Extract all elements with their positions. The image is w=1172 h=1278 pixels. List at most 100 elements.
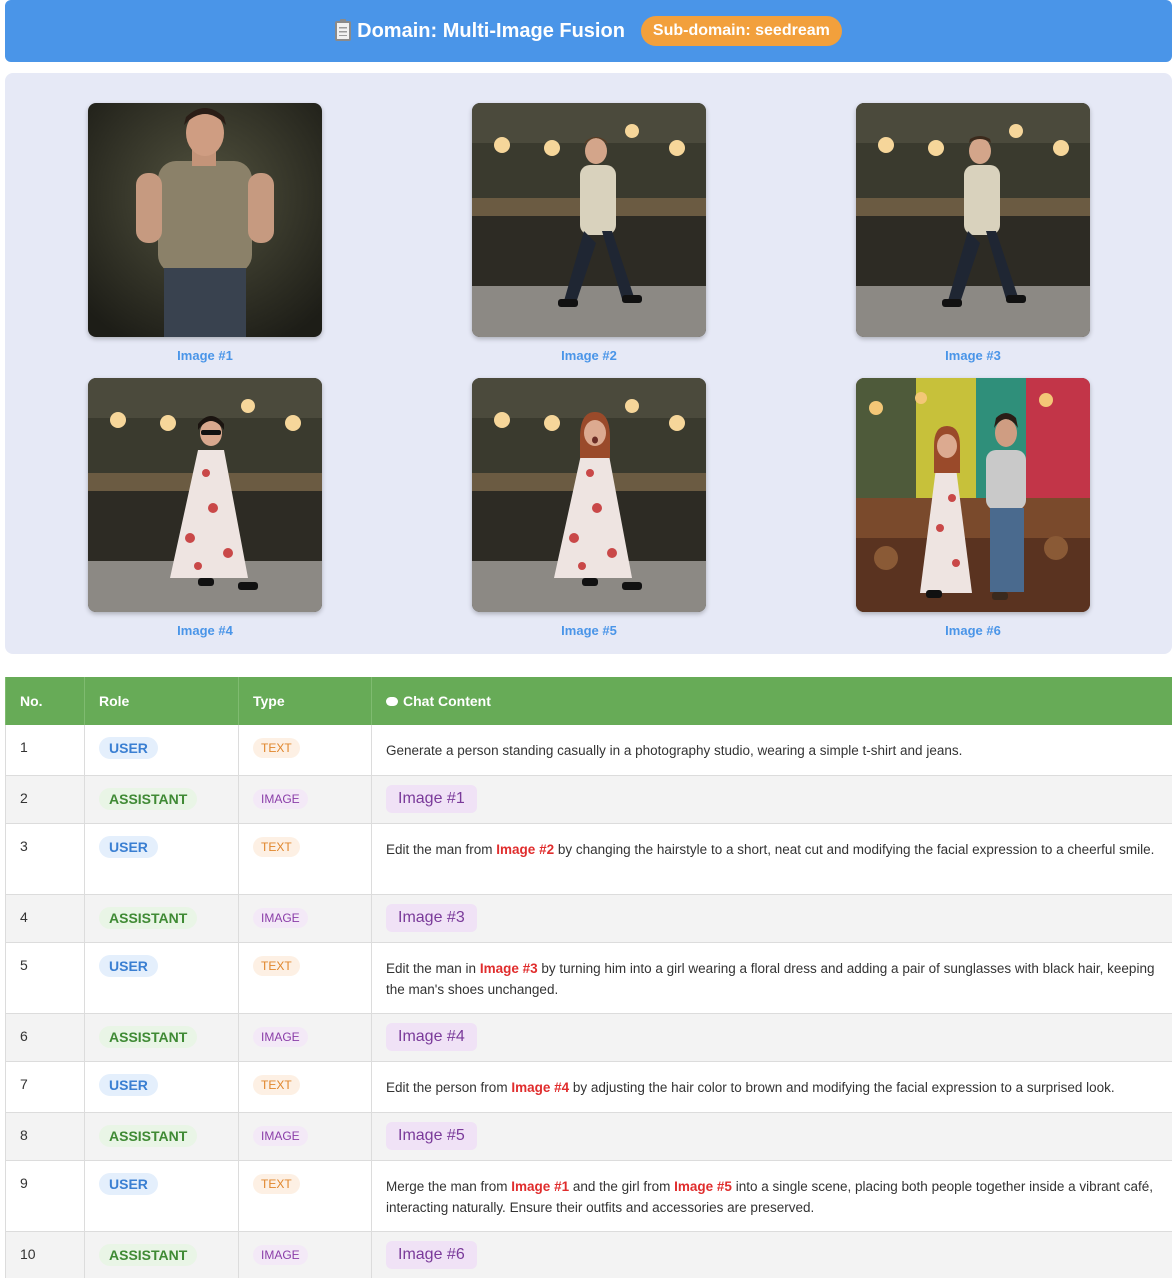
row-number: 9 [5, 1161, 85, 1231]
row-number: 8 [5, 1113, 85, 1160]
type-badge-text: TEXT [253, 837, 300, 857]
image-reference-pill[interactable]: Image #6 [386, 1241, 477, 1269]
role-cell: ASSISTANT [85, 1014, 239, 1061]
image-thumbnail-4[interactable] [88, 378, 322, 612]
image-reference-pill[interactable]: Image #4 [386, 1023, 477, 1051]
message-text: Edit the man from [386, 842, 497, 857]
table-row: 5 USER TEXT Edit the man in Image #3 by … [5, 943, 1172, 1014]
role-badge-user: USER [99, 737, 158, 759]
image-caption-1: Image #1 [177, 348, 233, 363]
role-badge-user: USER [99, 1173, 158, 1195]
type-badge-text: TEXT [253, 956, 300, 976]
role-badge-assistant: ASSISTANT [99, 907, 198, 929]
type-badge-image: IMAGE [253, 1245, 308, 1265]
column-header-content-label: Chat Content [403, 693, 491, 709]
gallery-tile-3[interactable]: Image #3 [856, 103, 1090, 363]
domain-title-text: Domain: Multi-Image Fusion [357, 19, 625, 42]
role-badge-assistant: ASSISTANT [99, 1026, 198, 1048]
type-cell: TEXT [239, 1161, 372, 1231]
chat-message: Image #5 [372, 1113, 1172, 1160]
gallery-tile-1[interactable]: Image #1 [88, 103, 322, 363]
message-text: Edit the man in [386, 961, 480, 976]
table-row: 10 ASSISTANT IMAGE Image #6 [5, 1232, 1172, 1278]
domain-title: Domain: Multi-Image Fusion [335, 19, 625, 43]
role-badge-assistant: ASSISTANT [99, 1125, 198, 1147]
gallery-tile-2[interactable]: Image #2 [472, 103, 706, 363]
image-caption-3: Image #3 [945, 348, 1001, 363]
role-cell: USER [85, 824, 239, 894]
table-row: 9 USER TEXT Merge the man from Image #1 … [5, 1161, 1172, 1232]
chat-table: No. Role Type Chat Content 1 USER TEXT G… [5, 677, 1172, 1278]
table-row: 7 USER TEXT Edit the person from Image #… [5, 1062, 1172, 1113]
chat-message: Generate a person standing casually in a… [372, 725, 1172, 775]
role-badge-user: USER [99, 836, 158, 858]
row-number: 6 [5, 1014, 85, 1061]
role-cell: ASSISTANT [85, 1113, 239, 1160]
gallery-tile-5[interactable]: Image #5 [472, 378, 706, 638]
role-badge-assistant: ASSISTANT [99, 1244, 198, 1266]
gallery-tile-6[interactable]: Image #6 [856, 378, 1090, 638]
image-caption-5: Image #5 [561, 623, 617, 638]
type-cell: IMAGE [239, 776, 372, 823]
row-number: 5 [5, 943, 85, 1013]
message-text: Merge the man from [386, 1179, 512, 1194]
image-caption-4: Image #4 [177, 623, 233, 638]
role-badge-assistant: ASSISTANT [99, 788, 198, 810]
image-reference-pill[interactable]: Image #3 [386, 904, 477, 932]
type-cell: TEXT [239, 824, 372, 894]
image-reference-pill[interactable]: Image #1 [386, 785, 477, 813]
type-badge-text: TEXT [253, 1075, 300, 1095]
message-text: Edit the person from [386, 1080, 512, 1095]
type-cell: TEXT [239, 1062, 372, 1112]
chat-message: Image #1 [372, 776, 1172, 823]
role-cell: ASSISTANT [85, 776, 239, 823]
image-caption-2: Image #2 [561, 348, 617, 363]
message-text: and the girl from [569, 1179, 675, 1194]
chat-message: Edit the man in Image #3 by turning him … [372, 943, 1172, 1013]
column-header-type: Type [239, 677, 372, 725]
table-row: 1 USER TEXT Generate a person standing c… [5, 725, 1172, 776]
row-number: 3 [5, 824, 85, 894]
table-row: 2 ASSISTANT IMAGE Image #1 [5, 776, 1172, 824]
type-badge-text: TEXT [253, 1174, 300, 1194]
row-number: 4 [5, 895, 85, 942]
chat-message: Image #6 [372, 1232, 1172, 1278]
message-text: by adjusting the hair color to brown and… [569, 1080, 1115, 1095]
role-cell: USER [85, 1062, 239, 1112]
message-text: Generate a person standing casually in a… [386, 743, 963, 758]
role-badge-user: USER [99, 1074, 158, 1096]
role-cell: USER [85, 1161, 239, 1231]
row-number: 7 [5, 1062, 85, 1112]
gallery-tile-4[interactable]: Image #4 [88, 378, 322, 638]
column-header-content: Chat Content [372, 677, 1172, 725]
table-row: 8 ASSISTANT IMAGE Image #5 [5, 1113, 1172, 1161]
type-badge-image: IMAGE [253, 1027, 308, 1047]
chat-message: Edit the person from Image #4 by adjusti… [372, 1062, 1172, 1112]
role-cell: ASSISTANT [85, 1232, 239, 1278]
image-thumbnail-1[interactable] [88, 103, 322, 337]
type-badge-text: TEXT [253, 738, 300, 758]
table-row: 3 USER TEXT Edit the man from Image #2 b… [5, 824, 1172, 895]
table-row: 4 ASSISTANT IMAGE Image #3 [5, 895, 1172, 943]
image-caption-6: Image #6 [945, 623, 1001, 638]
chat-message: Image #3 [372, 895, 1172, 942]
type-badge-image: IMAGE [253, 1126, 308, 1146]
role-cell: ASSISTANT [85, 895, 239, 942]
image-gallery: Image #1 Image #2 Image #3 Image #4 Imag… [5, 73, 1172, 654]
image-reference-pill[interactable]: Image #5 [386, 1122, 477, 1150]
type-badge-image: IMAGE [253, 789, 308, 809]
subdomain-badge: Sub-domain: seedream [640, 16, 842, 46]
type-cell: TEXT [239, 943, 372, 1013]
role-cell: USER [85, 725, 239, 775]
image-thumbnail-2[interactable] [472, 103, 706, 337]
table-row: 6 ASSISTANT IMAGE Image #4 [5, 1014, 1172, 1062]
image-reference: Image #5 [674, 1179, 732, 1194]
chat-message: Edit the man from Image #2 by changing t… [372, 824, 1172, 894]
image-thumbnail-3[interactable] [856, 103, 1090, 337]
chat-message: Merge the man from Image #1 and the girl… [372, 1161, 1172, 1231]
chat-bubble-icon [386, 696, 398, 706]
image-thumbnail-5[interactable] [472, 378, 706, 612]
image-thumbnail-6[interactable] [856, 378, 1090, 612]
message-text: by changing the hairstyle to a short, ne… [554, 842, 1155, 857]
type-cell: IMAGE [239, 1232, 372, 1278]
